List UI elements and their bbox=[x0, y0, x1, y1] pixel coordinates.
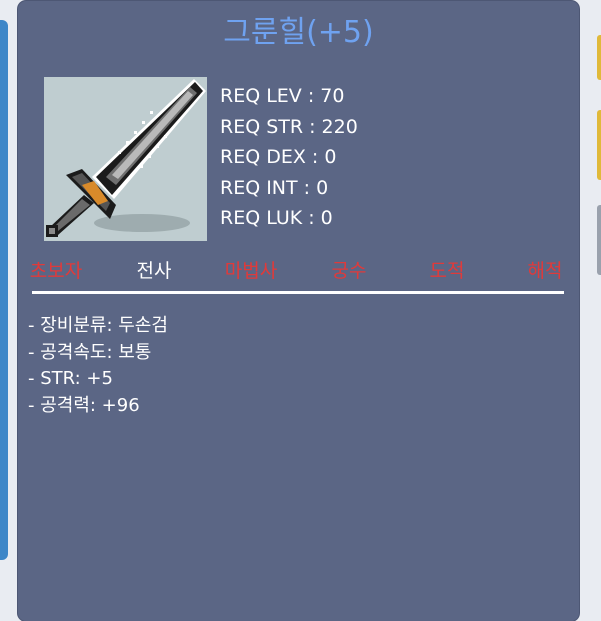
class-bowman: 궁수 bbox=[331, 260, 367, 282]
class-list: 초보자 전사 마법사 궁수 도적 해적 bbox=[18, 256, 579, 286]
stat-attack: - 공격력: +96 bbox=[28, 394, 140, 416]
class-pirate: 해적 bbox=[527, 260, 563, 282]
item-name: 그룬힐(+5) bbox=[223, 15, 374, 50]
stat-attack-speed: - 공격속도: 보통 bbox=[28, 341, 152, 363]
class-thief: 도적 bbox=[429, 260, 465, 282]
req-dex: REQ DEX : 0 bbox=[220, 146, 337, 168]
stat-equip-type: - 장비분류: 두손검 bbox=[28, 315, 168, 336]
item-tooltip: 그룬힐(+5) REQ LEV: 70 REQ STR: 220 REQ D… bbox=[18, 1, 579, 621]
background-right-tab bbox=[597, 110, 601, 180]
background-right-tab bbox=[597, 35, 601, 80]
background-right-tab bbox=[597, 205, 601, 275]
class-warrior: 전사 bbox=[136, 260, 172, 282]
two-handed-sword-icon bbox=[46, 79, 206, 237]
requirements-list: REQ LEV : 70 REQ STR : 220 REQ DEX : 0 R… bbox=[220, 81, 358, 234]
item-stats: - 장비분류: 두손검 - 공격속도: 보통 - STR: +5 - 공격력: … bbox=[28, 313, 168, 419]
divider bbox=[32, 291, 564, 294]
req-str: REQ STR : 220 bbox=[220, 115, 358, 138]
background-left-panel bbox=[0, 20, 8, 560]
stat-str: - STR: +5 bbox=[28, 368, 113, 389]
item-icon-box bbox=[44, 77, 207, 241]
class-magician: 마법사 bbox=[224, 260, 278, 282]
req-luk: REQ LUK : 0 bbox=[220, 207, 333, 229]
class-beginner: 초보자 bbox=[29, 260, 83, 282]
req-int: REQ INT : 0 bbox=[220, 176, 329, 199]
req-level: REQ LEV : 70 bbox=[220, 85, 345, 107]
